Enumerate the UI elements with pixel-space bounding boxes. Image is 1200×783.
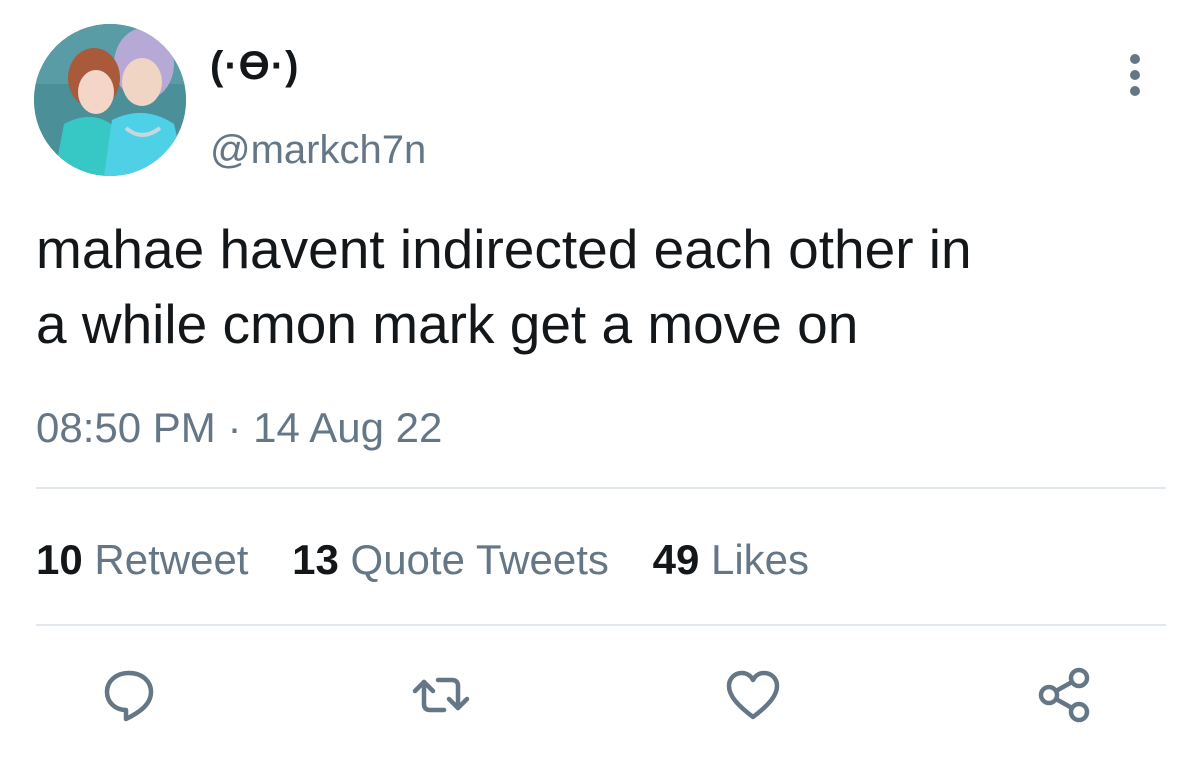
timestamp-separator: · bbox=[227, 404, 242, 451]
quote-stat[interactable]: 13 Quote Tweets bbox=[292, 532, 609, 588]
engagement-stats: 10 Retweet 13 Quote Tweets 49 Likes bbox=[36, 532, 841, 588]
quote-count: 13 bbox=[292, 536, 339, 583]
more-options-icon[interactable] bbox=[1118, 50, 1152, 100]
retweet-button[interactable] bbox=[410, 664, 472, 726]
like-button[interactable] bbox=[722, 664, 784, 726]
share-button[interactable] bbox=[1034, 664, 1096, 726]
like-icon bbox=[726, 670, 780, 720]
retweet-count: 10 bbox=[36, 536, 83, 583]
reply-icon bbox=[104, 670, 154, 722]
like-stat[interactable]: 49 Likes bbox=[653, 532, 809, 588]
divider bbox=[36, 487, 1166, 489]
divider bbox=[36, 624, 1166, 626]
retweet-icon bbox=[412, 677, 470, 713]
display-name[interactable]: (·ϴ·) bbox=[210, 40, 299, 92]
timestamp[interactable]: 08:50 PM · 14 Aug 22 bbox=[36, 400, 442, 456]
reply-button[interactable] bbox=[98, 664, 160, 726]
quote-label: Quote Tweets bbox=[350, 536, 609, 583]
retweet-stat[interactable]: 10 Retweet bbox=[36, 532, 248, 588]
tweet-date: 14 Aug 22 bbox=[253, 404, 443, 451]
username-handle[interactable]: @markch7n bbox=[210, 124, 426, 176]
avatar-image bbox=[34, 24, 186, 176]
like-label: Likes bbox=[710, 536, 810, 583]
tweet-time: 08:50 PM bbox=[36, 404, 216, 451]
tweet-text: mahae havent indirected each other in a … bbox=[36, 218, 972, 355]
tweet-card: (·ϴ·) @markch7n mahae havent indirected … bbox=[0, 0, 1200, 783]
avatar[interactable] bbox=[34, 24, 186, 176]
like-count: 49 bbox=[652, 536, 700, 583]
share-icon bbox=[1038, 667, 1090, 723]
retweet-label: Retweet bbox=[94, 536, 249, 583]
